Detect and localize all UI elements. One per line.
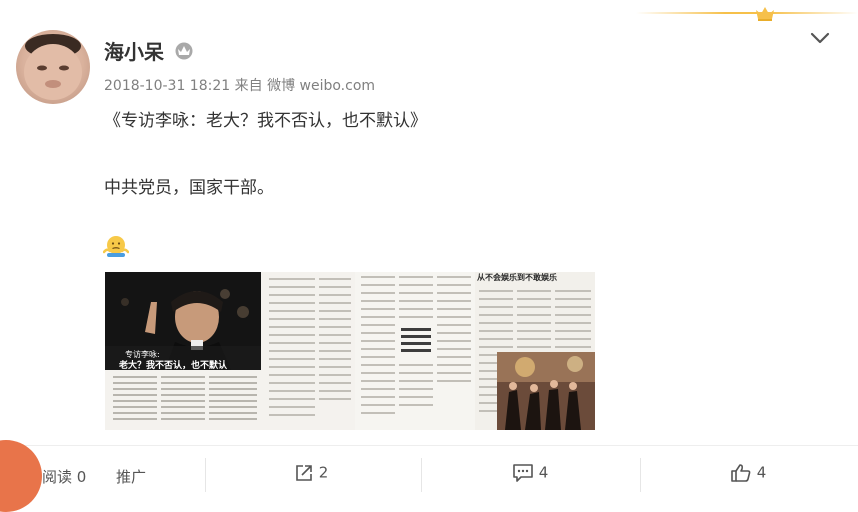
post-image[interactable]: 专访李咏: 老大？我不否认，也不默认 从不会娱乐到不敢娱乐 — [105, 272, 595, 430]
floating-orange-button[interactable] — [0, 440, 42, 512]
image-right-headline: 从不会娱乐到不敢娱乐 — [477, 272, 557, 282]
crown-badge-icon — [175, 42, 193, 60]
thumbs-up-icon — [731, 464, 751, 482]
read-count: 阅读 0 — [42, 468, 87, 486]
avatar[interactable] — [16, 30, 90, 104]
footer-separator — [421, 458, 422, 492]
post-meta: 2018-10-31 18:21 来自 微博 weibo.com — [104, 75, 375, 95]
comment-button[interactable]: 4 — [512, 463, 548, 483]
magazine-spread-image: 专访李咏: 老大？我不否认，也不默认 从不会娱乐到不敢娱乐 — [105, 272, 595, 430]
comment-count: 4 — [538, 463, 549, 482]
comment-icon — [513, 464, 533, 482]
post-timestamp[interactable]: 2018-10-31 18:21 — [104, 78, 230, 94]
crown-icon — [756, 7, 774, 21]
avatar-face-illustration — [24, 34, 82, 100]
repost-button[interactable]: 2 — [294, 463, 328, 483]
footer-separator — [640, 458, 641, 492]
promote-button[interactable]: 推广 — [116, 466, 146, 487]
repost-count: 2 — [318, 463, 329, 482]
footer-separator — [205, 458, 206, 492]
image-caption-main: 老大？我不否认，也不默认 — [118, 359, 228, 371]
shrug-emoji-icon — [103, 236, 129, 257]
user-name[interactable]: 海小呆 — [104, 36, 164, 65]
like-count: 4 — [756, 463, 767, 482]
image-caption-small: 专访李咏: — [125, 349, 160, 359]
chevron-down-icon[interactable] — [808, 28, 832, 48]
source-prefix: 来自 — [234, 78, 263, 94]
like-button[interactable]: 4 — [730, 463, 766, 483]
repost-icon — [296, 465, 312, 481]
post-source[interactable]: 微博 weibo.com — [267, 78, 375, 94]
post-text-body: 中共党员，国家干部。 — [104, 178, 274, 198]
header-gold-line — [636, 12, 858, 14]
footer-divider — [0, 445, 858, 446]
post-text-title: 《专访李咏：老大？我不否认，也不默认》 — [104, 111, 427, 131]
